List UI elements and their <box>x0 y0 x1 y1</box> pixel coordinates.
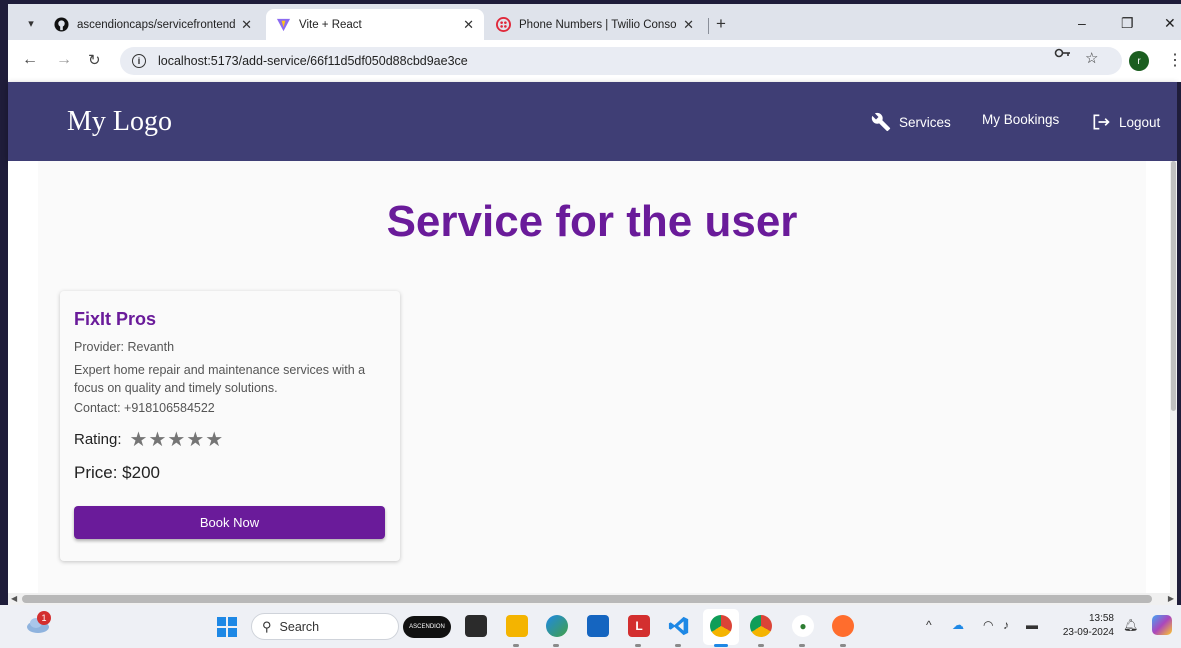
nav-services-label: Services <box>899 114 951 130</box>
bookmark-star-icon[interactable]: ☆ <box>1085 49 1098 67</box>
close-window-button[interactable]: ✕ <box>1164 15 1176 32</box>
tab-title: Vite + React <box>299 18 362 31</box>
running-indicator <box>840 644 846 647</box>
running-indicator <box>675 644 681 647</box>
tab-github[interactable]: ascendioncaps/servicefrontend ✕ <box>44 9 262 40</box>
browser-toolbar: ← → ↻ i localhost:5173/add-service/66f11… <box>8 40 1181 82</box>
rating-label: Rating: <box>74 431 122 448</box>
service-description: Expert home repair and maintenance servi… <box>74 363 366 395</box>
running-indicator-active <box>714 644 728 647</box>
running-indicator <box>553 644 559 647</box>
running-indicator <box>635 644 641 647</box>
ascendion-widget[interactable]: ASCENDION <box>403 616 451 638</box>
running-indicator <box>799 644 805 647</box>
taskbar-search-placeholder: Search <box>279 619 320 634</box>
vscode-icon[interactable] <box>668 615 690 637</box>
chrome-profile-r-icon[interactable] <box>710 615 732 637</box>
browser-tab-strip: ▾ ascendioncaps/servicefrontend ✕ Vite +… <box>8 4 1181 40</box>
github-icon <box>54 17 69 32</box>
reload-icon[interactable]: ↻ <box>88 51 101 69</box>
back-arrow-icon[interactable]: ← <box>22 51 38 69</box>
vertical-scroll-thumb[interactable] <box>1171 161 1176 411</box>
scroll-right-arrow-icon[interactable]: ▶ <box>1168 594 1174 603</box>
service-provider: Provider: Revanth <box>74 340 175 354</box>
restore-button[interactable]: ❐ <box>1121 15 1134 32</box>
mongodb-icon[interactable]: ● <box>792 615 814 637</box>
screen-frame-left <box>0 0 8 605</box>
nav-bookings-label: My Bookings <box>982 112 1060 127</box>
address-bar[interactable]: i localhost:5173/add-service/66f11d5df05… <box>120 47 1122 75</box>
minimize-button[interactable]: – <box>1078 15 1086 31</box>
page-viewport: Service for the user FixIt Pros Provider… <box>8 161 1177 593</box>
nav-logout-label: Logout <box>1119 114 1161 130</box>
battery-icon[interactable]: ▬ <box>1026 618 1038 632</box>
taskbar-search[interactable]: ⚲ Search <box>251 613 399 640</box>
taskbar-clock[interactable]: 13:58 23-09-2024 <box>1056 612 1114 640</box>
notifications-bell-icon[interactable]: 🔔︎ <box>1123 618 1138 632</box>
clock-time: 13:58 <box>1088 613 1114 624</box>
screen-frame-right <box>1177 82 1181 605</box>
notification-badge: 1 <box>37 611 51 625</box>
book-now-button[interactable]: Book Now <box>74 506 385 539</box>
password-key-icon[interactable] <box>1054 46 1072 63</box>
scroll-left-arrow-icon[interactable]: ◀ <box>11 594 17 603</box>
file-explorer-icon[interactable] <box>506 615 528 637</box>
chrome-profile-v-icon[interactable] <box>750 615 772 637</box>
vertical-scrollbar[interactable] <box>1170 161 1177 593</box>
tab-title: ascendioncaps/servicefrontend <box>77 18 236 31</box>
browser-menu-icon[interactable]: ⋮ <box>1167 50 1181 70</box>
clock-date: 23-09-2024 <box>1062 627 1114 638</box>
nav-my-bookings[interactable]: My Bookings <box>982 112 1059 127</box>
nav-services[interactable]: Services <box>871 112 951 132</box>
horizontal-scrollbar[interactable]: ◀ ▶ <box>8 593 1177 605</box>
volume-icon[interactable]: ♪ <box>1003 618 1009 632</box>
wifi-icon[interactable]: ◠ <box>983 618 993 632</box>
site-info-icon[interactable]: i <box>132 54 146 68</box>
store-icon[interactable] <box>587 615 609 637</box>
copilot-icon[interactable] <box>1152 615 1172 635</box>
windows-taskbar: 1 ⚲ Search ASCENDION L ● ^ ☁ ◠ ♪ ▬ 13:58… <box>0 605 1181 648</box>
running-indicator <box>758 644 764 647</box>
postman-icon[interactable] <box>832 615 854 637</box>
url-text: localhost:5173/add-service/66f11d5df050d… <box>158 54 468 68</box>
search-icon: ⚲ <box>262 618 272 634</box>
tab-close-icon[interactable]: ✕ <box>683 17 694 33</box>
start-windows-icon[interactable] <box>217 617 237 637</box>
edge-icon[interactable] <box>546 615 568 637</box>
profile-avatar[interactable]: r <box>1129 51 1149 71</box>
service-card: FixIt Pros Provider: Revanth Expert home… <box>60 291 400 561</box>
nav-logout[interactable]: Logout <box>1091 112 1160 132</box>
forward-arrow-icon[interactable]: → <box>56 51 72 69</box>
tab-vite-react[interactable]: Vite + React ✕ <box>266 9 484 40</box>
main-content: Service for the user FixIt Pros Provider… <box>38 161 1146 593</box>
tray-overflow-chevron-icon[interactable]: ^ <box>926 618 932 632</box>
service-contact: Contact: +918106584522 <box>74 401 215 415</box>
service-name: FixIt Pros <box>74 309 157 329</box>
service-price: Price: $200 <box>74 463 160 482</box>
service-rating: Rating: ★★★★★ <box>74 427 224 452</box>
horizontal-scroll-thumb[interactable] <box>22 595 1152 603</box>
tab-close-icon[interactable]: ✕ <box>463 17 474 33</box>
site-logo[interactable]: My Logo <box>67 106 172 138</box>
logout-icon <box>1093 114 1110 130</box>
app-header: My Logo Services My Bookings Logout <box>8 82 1177 161</box>
tab-title: Phone Numbers | Twilio Console <box>519 18 678 31</box>
vite-icon <box>276 17 291 32</box>
rating-stars: ★★★★★ <box>129 429 225 451</box>
new-tab-button[interactable]: + <box>716 14 726 34</box>
task-view-icon[interactable] <box>465 615 487 637</box>
wrench-icon <box>871 112 891 132</box>
page-title: Service for the user <box>386 197 798 246</box>
tab-search-dropdown-icon[interactable]: ▾ <box>20 12 42 34</box>
app-l-icon[interactable]: L <box>628 615 650 637</box>
tab-close-icon[interactable]: ✕ <box>241 17 252 33</box>
twilio-icon <box>496 17 511 32</box>
tab-twilio[interactable]: Phone Numbers | Twilio Console ✕ <box>486 9 704 40</box>
tab-separator <box>708 18 709 34</box>
onedrive-icon[interactable]: ☁ <box>952 618 964 632</box>
running-indicator <box>513 644 519 647</box>
